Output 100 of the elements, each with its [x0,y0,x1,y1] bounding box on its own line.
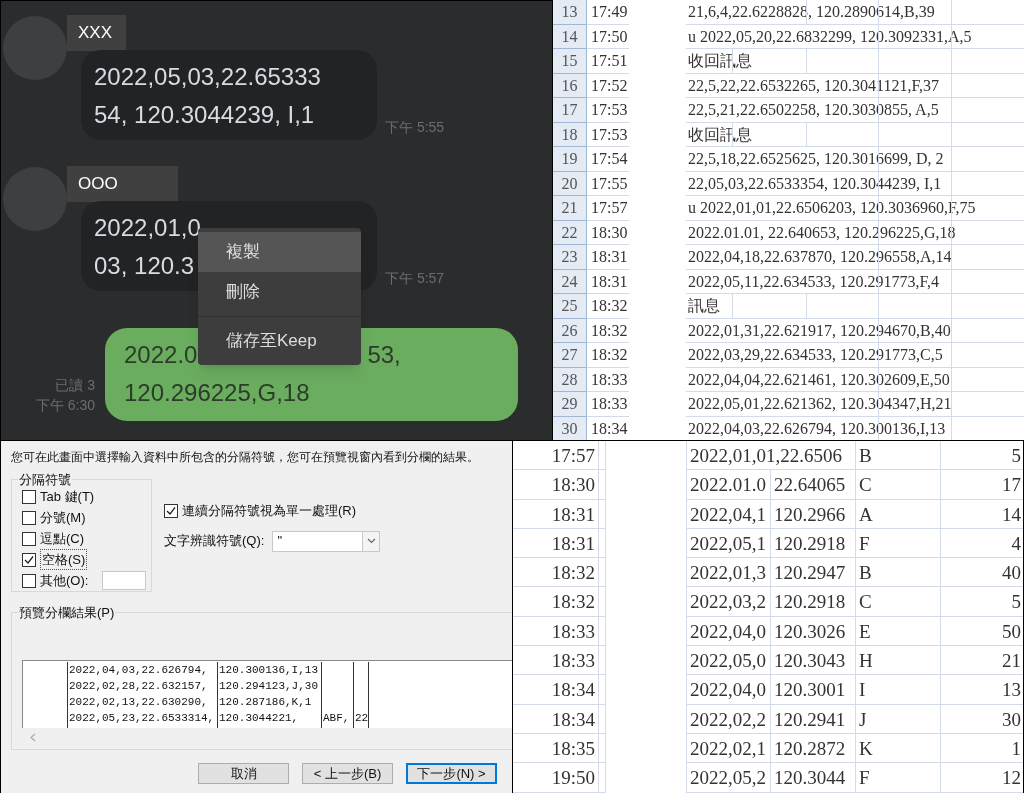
table-cell: 18:33 [513,616,599,647]
row-header[interactable]: 24 [553,269,587,294]
row-header[interactable]: 18 [553,122,587,147]
row-header[interactable]: 30 [553,416,587,440]
row-header[interactable]: 14 [553,24,587,49]
preview-cell-text: 2022,05,23,22.6533314, [69,711,216,726]
table-cell: 18:32 [587,294,629,319]
table-cell: 13 [941,675,1023,705]
table-cell: 14 [941,499,1023,529]
table-cell: 2022,05,11,22.634533, 120.291773,F,4 [688,272,940,290]
checkbox-label[interactable]: 連續分隔符號視為單一處理(R) [182,501,357,521]
checkbox-label[interactable]: 其他(O): [40,570,89,591]
checkbox[interactable] [164,503,178,518]
table-cell: 2022,05,01,22.621362, 120.304347,H,21 [688,395,952,412]
checkbox-label[interactable]: 空格(S) [40,548,88,571]
table-cell: 22,5,21,22.6502258, 120.3030855, A,5 [688,101,939,118]
table-cell: 18:32 [513,558,599,588]
table-cell: 22.64065 [771,470,856,500]
table-cell: 18:30 [513,470,599,500]
message-text: 2022,01,0 [94,213,201,243]
table-cell: 18:33 [513,646,599,676]
table-cell: 2022,05,2 [686,763,771,793]
menu-item[interactable]: 儲存至Keep [198,321,361,361]
message-time: 下午 5:57 [385,269,445,288]
instruction-text: 您可在此畫面中選擇輸入資料中所包含的分隔符號，您可在預覽視窗內看到分欄的結果。 [11,450,480,465]
table-cell: 2022,02,2 [686,704,771,734]
table-cell: 17:57 [513,441,599,471]
row-header[interactable]: 28 [553,367,587,392]
row-header[interactable]: 23 [553,245,587,270]
row-header[interactable]: 17 [553,98,587,123]
checkbox[interactable] [22,531,36,546]
table-cell: E [856,616,941,647]
row-header[interactable]: 25 [553,294,587,319]
table-cell: 120.2918 [771,528,856,559]
table-cell: 22,5,18,22.6525625, 120.3016699, D, 2 [688,150,944,167]
table-cell: 2022,04,0 [686,675,771,705]
table-cell: 120.3044 [771,763,856,793]
table-cell: J [856,704,941,734]
row-header[interactable]: 20 [553,171,587,196]
menu-item[interactable]: 複製 [198,232,361,272]
message-time: 下午 5:55 [385,118,445,137]
qualifier-dropdown[interactable]: " [272,530,381,552]
dialog-button[interactable]: 取消 [198,763,289,784]
row-header[interactable]: 19 [553,147,587,172]
row-header[interactable]: 21 [553,196,587,221]
table-cell: u 2022,05,20,22.6832299, 120.3092331,A,5 [688,27,972,45]
table-cell: C [856,470,941,500]
table-cell: 17:50 [587,24,629,49]
table-cell: F [856,763,941,793]
table-cell: 2022,02,1 [686,733,771,764]
preview-cell-text: ABF, [323,711,351,726]
table-cell: 17:51 [587,49,629,74]
table-cell: 2022,05,1 [686,528,771,559]
input-field[interactable] [102,571,147,590]
row-header[interactable]: 27 [553,343,587,368]
row-header[interactable]: 15 [553,49,587,74]
table-cell: 4 [941,528,1023,559]
dialog-button[interactable]: < 上一步(B) [302,763,393,784]
table-cell: 2022,01,31,22.621917, 120.294670,B,40 [688,321,951,339]
table-cell: 30 [941,704,1023,734]
checkbox-label[interactable]: 逗點(C) [40,528,85,549]
table-cell: F [856,528,941,559]
row-header[interactable]: 26 [553,318,587,343]
table-cell: 17:57 [587,196,629,221]
dialog-button[interactable]: 下一步(N) > [406,763,497,784]
row-header[interactable]: 16 [553,73,587,98]
table-cell: 17:52 [587,73,629,98]
table-cell: C [856,587,941,617]
row-header[interactable]: 29 [553,392,587,417]
table-cell: 17:53 [587,98,629,123]
table-cell: H [856,646,941,676]
table-cell: 120.3026 [771,616,856,647]
table-cell: B [856,441,941,471]
table-cell: 18:34 [513,704,599,734]
table-cell: 2022,04,1 [686,499,771,529]
table-cell: 12 [941,763,1023,793]
checkbox-label[interactable]: 分號(M) [40,507,86,528]
table-cell: 2022,04,0 [686,616,771,647]
table-cell: 18:31 [513,499,599,529]
table-cell: 17:54 [587,147,629,172]
table-cell: A [856,499,941,529]
sender-name: XXX [67,15,127,51]
table-cell: 120.3001 [771,675,856,705]
preview-cell-text: 120.287186,K,1 [219,695,313,710]
table-cell: 21,6,4,22.6228828, 120.2890614,B,39 [688,3,935,20]
menu-item[interactable]: 刪除 [198,272,361,312]
table-cell: 50 [941,616,1023,647]
sender-name: OOO [67,166,178,202]
table-cell: 2022,03,2 [686,587,771,617]
chevron-down-icon [366,538,376,544]
preview-cell-text: 120.294123,J,30 [219,679,320,694]
field-label: 文字辨識符號(Q): [164,532,265,551]
table-cell: 18:31 [513,528,599,559]
table-cell: 18:32 [587,318,629,343]
checkbox[interactable] [22,573,36,588]
row-header[interactable]: 22 [553,220,587,245]
checkbox[interactable] [22,510,36,525]
table-cell: 18:33 [587,392,629,417]
checkbox[interactable] [22,552,36,567]
row-header[interactable]: 13 [553,0,587,25]
